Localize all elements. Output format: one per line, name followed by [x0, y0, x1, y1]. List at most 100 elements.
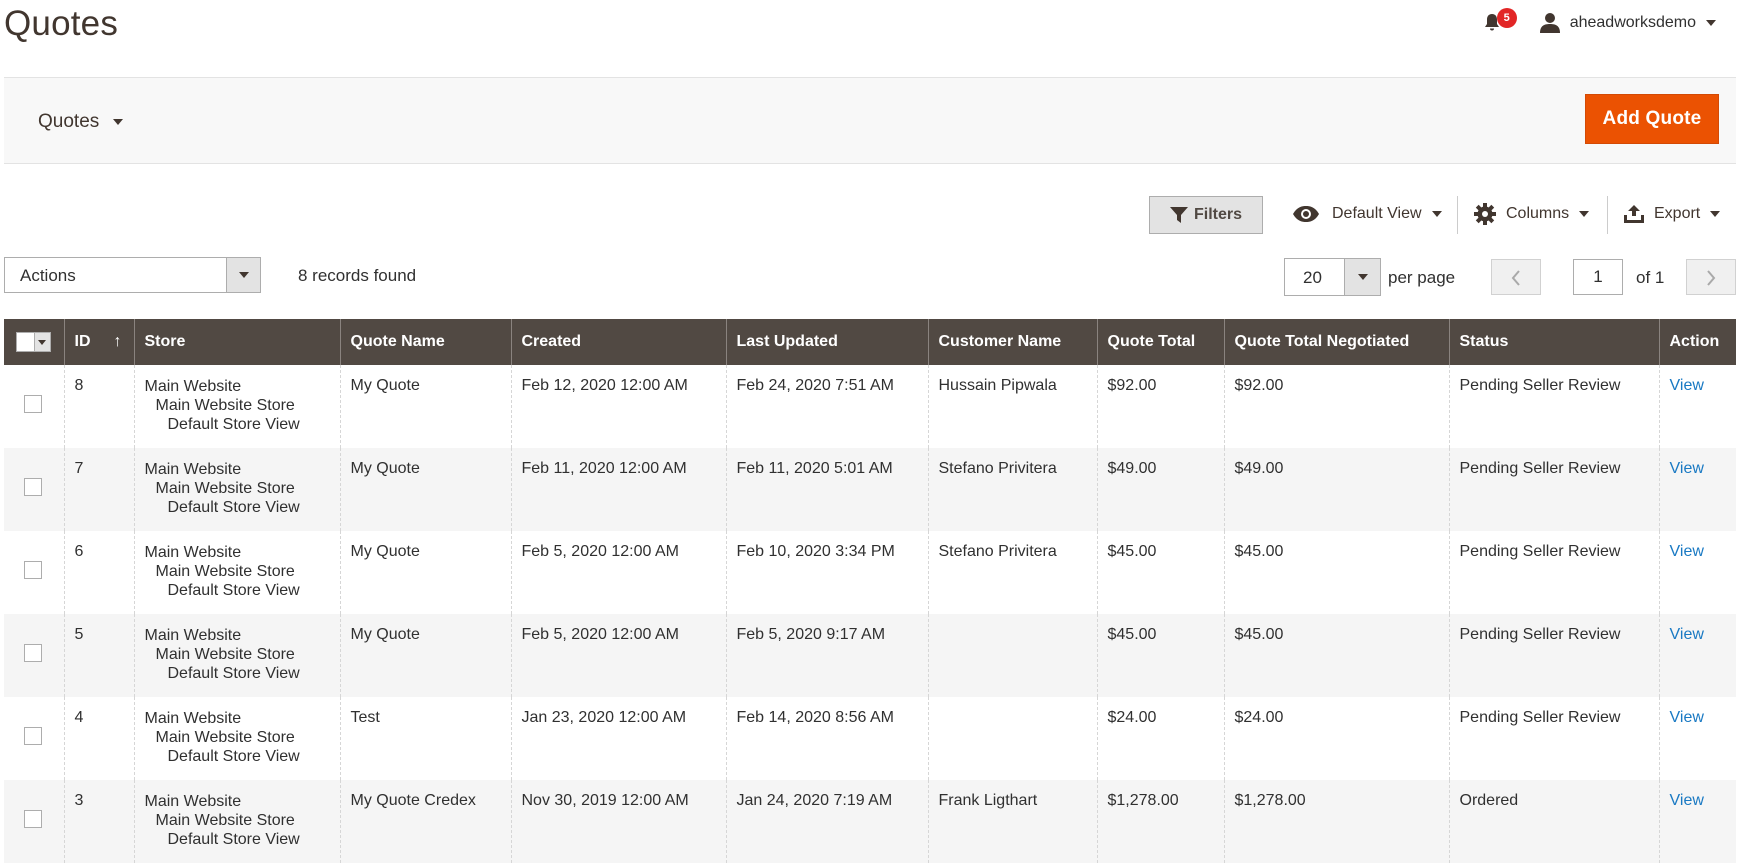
mass-select-checkbox[interactable]: [16, 332, 51, 352]
cell-quote-name: My Quote: [339, 448, 511, 531]
table-row: 8 Main Website Main Website Store Default …: [4, 365, 1736, 448]
user-account-menu[interactable]: aheadworksdemo: [1539, 12, 1716, 34]
cell-quote-total-negotiated: $1,278.00: [1223, 780, 1449, 863]
chevron-down-icon: [226, 258, 260, 292]
chevron-down-icon: [1579, 211, 1590, 217]
username: aheadworksdemo: [1569, 14, 1696, 31]
row-checkbox[interactable]: [24, 561, 42, 579]
row-checkbox[interactable]: [24, 810, 42, 828]
cell-status: Pending Seller Review: [1448, 531, 1659, 614]
export-label: Export: [1654, 205, 1701, 222]
cell-customer-name: Hussain Pipwala: [927, 365, 1097, 448]
cell-id: 3: [63, 780, 134, 863]
cell-quote-name: My Quote: [339, 614, 511, 697]
cell-quote-total: $24.00: [1096, 697, 1224, 780]
grid-switcher-label: Quotes: [38, 111, 100, 132]
table-row: 7 Main Website Main Website Store Default …: [4, 448, 1736, 531]
current-page-input[interactable]: 1: [1573, 259, 1623, 295]
upload-icon: [1624, 205, 1644, 223]
next-page-button[interactable]: [1686, 259, 1736, 295]
cell-store: Main Website Main Website Store Default St…: [133, 780, 340, 863]
view-label: Default View: [1332, 205, 1422, 222]
column-header-store[interactable]: Store: [133, 319, 340, 365]
column-header-status[interactable]: Status: [1448, 319, 1659, 365]
notifications-count-badge: 5: [1496, 8, 1517, 28]
column-header-quote-name[interactable]: Quote Name: [339, 319, 511, 365]
columns-dropdown[interactable]: Columns: [1474, 196, 1590, 232]
add-quote-button[interactable]: Add Quote: [1585, 94, 1719, 144]
view-link[interactable]: View: [1670, 460, 1704, 477]
previous-page-button[interactable]: [1491, 259, 1541, 295]
cell-quote-total: $92.00: [1096, 365, 1224, 448]
admin-user-area: 5 aheadworksdemo: [1469, 8, 1740, 38]
cell-customer-name: Stefano Privitera: [927, 531, 1097, 614]
grid-header-row: ID ↑ Store Quote Name Created Last Update…: [4, 319, 1736, 365]
cell-created: Feb 11, 2020 12:00 AM: [510, 448, 726, 531]
column-header-customer-name[interactable]: Customer Name: [927, 319, 1097, 365]
cell-id: 6: [63, 531, 134, 614]
funnel-icon: [1169, 207, 1188, 223]
gear-icon: [1474, 203, 1496, 225]
table-row: 4 Main Website Main Website Store Default …: [4, 697, 1736, 780]
cell-last-updated: Feb 10, 2020 3:34 PM: [725, 531, 928, 614]
filters-label: Filters: [1193, 206, 1242, 223]
cell-store: Main Website Main Website Store Default St…: [133, 614, 340, 697]
cell-customer-name: [927, 614, 1097, 697]
sort-ascending-icon: ↑: [113, 333, 122, 350]
view-link[interactable]: View: [1670, 543, 1704, 560]
chevron-right-icon: [1707, 270, 1716, 286]
per-page-label: per page: [1388, 268, 1456, 287]
cell-quote-name: My Quote: [339, 531, 511, 614]
chevron-down-icon: [1344, 259, 1380, 295]
cell-id: 8: [63, 365, 134, 448]
row-checkbox[interactable]: [24, 644, 42, 662]
column-header-quote-total-negotiated[interactable]: Quote Total Negotiated: [1223, 319, 1449, 365]
cell-status: Pending Seller Review: [1448, 365, 1659, 448]
export-dropdown[interactable]: Export: [1624, 196, 1721, 232]
grid-switcher-dropdown[interactable]: Quotes: [38, 111, 124, 133]
chevron-left-icon: [1511, 270, 1520, 286]
cell-quote-total-negotiated: $92.00: [1223, 365, 1449, 448]
chevron-down-icon: [1710, 211, 1721, 217]
table-row: 5 Main Website Main Website Store Default …: [4, 614, 1736, 697]
column-header-created[interactable]: Created: [510, 319, 726, 365]
cell-id: 7: [63, 448, 134, 531]
filters-button[interactable]: Filters: [1149, 196, 1263, 234]
chevron-down-icon: [34, 333, 50, 351]
view-dropdown[interactable]: Default View: [1292, 196, 1442, 232]
cell-last-updated: Jan 24, 2020 7:19 AM: [725, 780, 928, 863]
total-pages-label: of 1: [1636, 268, 1665, 287]
view-link[interactable]: View: [1670, 792, 1704, 809]
cell-status: Pending Seller Review: [1448, 448, 1659, 531]
toolbar-divider: [1607, 196, 1608, 234]
toolbar-divider: [1457, 196, 1458, 234]
cell-quote-total: $1,278.00: [1096, 780, 1224, 863]
per-page-select[interactable]: 20: [1284, 258, 1381, 296]
row-checkbox[interactable]: [24, 727, 42, 745]
cell-quote-name: My Quote Credex: [339, 780, 511, 863]
mass-actions-select[interactable]: Actions: [4, 257, 261, 293]
cell-store: Main Website Main Website Store Default St…: [133, 697, 340, 780]
cell-last-updated: Feb 14, 2020 8:56 AM: [725, 697, 928, 780]
column-header-last-updated[interactable]: Last Updated: [725, 319, 928, 365]
cell-quote-total-negotiated: $45.00: [1223, 614, 1449, 697]
notifications-button[interactable]: 5: [1469, 8, 1517, 38]
cell-customer-name: [927, 697, 1097, 780]
grid-toolbar: Filters Default View Columns Export: [0, 196, 1740, 236]
row-checkbox[interactable]: [24, 395, 42, 413]
cell-last-updated: Feb 24, 2020 7:51 AM: [725, 365, 928, 448]
view-link[interactable]: View: [1670, 626, 1704, 643]
column-header-id[interactable]: ID ↑: [63, 319, 134, 365]
quotes-grid: ID ↑ Store Quote Name Created Last Update…: [4, 319, 1736, 863]
cell-quote-total: $49.00: [1096, 448, 1224, 531]
mass-select-header[interactable]: [4, 319, 64, 365]
cell-last-updated: Feb 5, 2020 9:17 AM: [725, 614, 928, 697]
cell-quote-total: $45.00: [1096, 614, 1224, 697]
column-header-quote-total[interactable]: Quote Total: [1096, 319, 1224, 365]
cell-quote-total: $45.00: [1096, 531, 1224, 614]
cell-store: Main Website Main Website Store Default St…: [133, 448, 340, 531]
view-link[interactable]: View: [1670, 377, 1704, 394]
row-checkbox[interactable]: [24, 478, 42, 496]
view-link[interactable]: View: [1670, 709, 1704, 726]
cell-quote-total-negotiated: $49.00: [1223, 448, 1449, 531]
